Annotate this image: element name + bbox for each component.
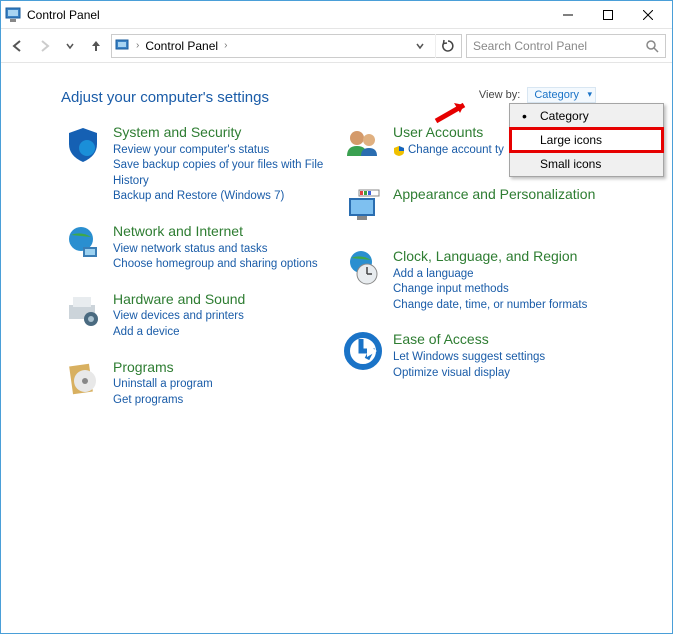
chevron-right-icon: › xyxy=(134,40,141,51)
arrow-annotation xyxy=(434,99,474,125)
close-button[interactable] xyxy=(628,1,668,29)
uac-shield-icon xyxy=(393,145,405,157)
refresh-button[interactable] xyxy=(435,34,459,58)
category-link[interactable]: Uninstall a program xyxy=(113,377,213,393)
category-link[interactable]: Change date, time, or number formats xyxy=(393,298,587,314)
left-column: System and Security Review your computer… xyxy=(61,124,331,426)
nav-row: › Control Panel › Search Control Panel xyxy=(1,29,672,63)
category-link[interactable]: Let Windows suggest settings xyxy=(393,350,545,366)
category-link[interactable]: Get programs xyxy=(113,393,213,409)
search-icon xyxy=(645,39,659,53)
back-button[interactable] xyxy=(7,35,29,57)
control-panel-icon xyxy=(5,7,21,23)
recent-dropdown-icon[interactable] xyxy=(59,35,81,57)
globe-clock-icon xyxy=(341,248,385,292)
category-link[interactable]: Backup and Restore (Windows 7) xyxy=(113,189,331,205)
address-dropdown-icon[interactable] xyxy=(409,35,431,57)
people-icon xyxy=(341,124,385,168)
category-title[interactable]: User Accounts xyxy=(393,124,504,141)
category-clock-language-region: Clock, Language, and Region Add a langua… xyxy=(341,248,601,313)
control-panel-small-icon xyxy=(114,38,130,54)
minimize-button[interactable] xyxy=(548,1,588,29)
search-placeholder: Search Control Panel xyxy=(473,39,645,53)
menu-item-small-icons[interactable]: Small icons xyxy=(510,152,663,176)
category-link[interactable]: View devices and printers xyxy=(113,309,245,325)
category-link[interactable]: Add a device xyxy=(113,325,245,341)
category-hardware-sound: Hardware and Sound View devices and prin… xyxy=(61,291,331,341)
address-bar[interactable]: › Control Panel › xyxy=(111,34,462,58)
category-link[interactable]: Review your computer's status xyxy=(113,143,331,159)
menu-item-large-icons[interactable]: Large icons xyxy=(510,128,663,152)
titlebar: Control Panel xyxy=(1,1,672,29)
breadcrumb-root[interactable]: Control Panel xyxy=(145,39,218,53)
content-area: Adjust your computer's settings View by:… xyxy=(1,63,672,436)
view-by-label: View by: xyxy=(479,89,520,101)
disc-box-icon xyxy=(61,359,105,403)
printer-icon xyxy=(61,291,105,335)
view-by-label-group: View by: Category xyxy=(479,89,596,101)
view-by-menu: Category Large icons Small icons xyxy=(509,103,664,177)
monitor-colors-icon xyxy=(341,186,385,230)
category-programs: Programs Uninstall a program Get program… xyxy=(61,359,331,409)
category-link[interactable]: Change input methods xyxy=(393,282,587,298)
forward-button[interactable] xyxy=(33,35,55,57)
category-ease-of-access: Ease of Access Let Windows suggest setti… xyxy=(341,331,601,381)
ease-of-access-icon xyxy=(341,331,385,375)
category-title[interactable]: Hardware and Sound xyxy=(113,291,245,308)
menu-item-category[interactable]: Category xyxy=(510,104,663,128)
window-title: Control Panel xyxy=(27,8,548,22)
category-system-security: System and Security Review your computer… xyxy=(61,124,331,205)
category-link[interactable]: View network status and tasks xyxy=(113,242,318,258)
category-title[interactable]: Network and Internet xyxy=(113,223,318,240)
globe-network-icon xyxy=(61,223,105,267)
maximize-button[interactable] xyxy=(588,1,628,29)
category-title[interactable]: Programs xyxy=(113,359,213,376)
category-network-internet: Network and Internet View network status… xyxy=(61,223,331,273)
category-title[interactable]: Clock, Language, and Region xyxy=(393,248,587,265)
category-link[interactable]: Choose homegroup and sharing options xyxy=(113,257,318,273)
category-title[interactable]: Ease of Access xyxy=(393,331,545,348)
category-link[interactable]: Add a language xyxy=(393,267,587,283)
category-appearance-personalization: Appearance and Personalization xyxy=(341,186,601,230)
category-link[interactable]: Change account ty xyxy=(408,143,504,159)
category-link[interactable]: Save backup copies of your files with Fi… xyxy=(113,158,331,189)
up-button[interactable] xyxy=(85,35,107,57)
category-link[interactable]: Optimize visual display xyxy=(393,366,545,382)
search-input[interactable]: Search Control Panel xyxy=(466,34,666,58)
category-title[interactable]: Appearance and Personalization xyxy=(393,186,595,203)
shield-icon xyxy=(61,124,105,168)
category-title[interactable]: System and Security xyxy=(113,124,331,141)
view-by-dropdown[interactable]: Category xyxy=(527,87,596,103)
chevron-right-icon: › xyxy=(222,40,229,51)
